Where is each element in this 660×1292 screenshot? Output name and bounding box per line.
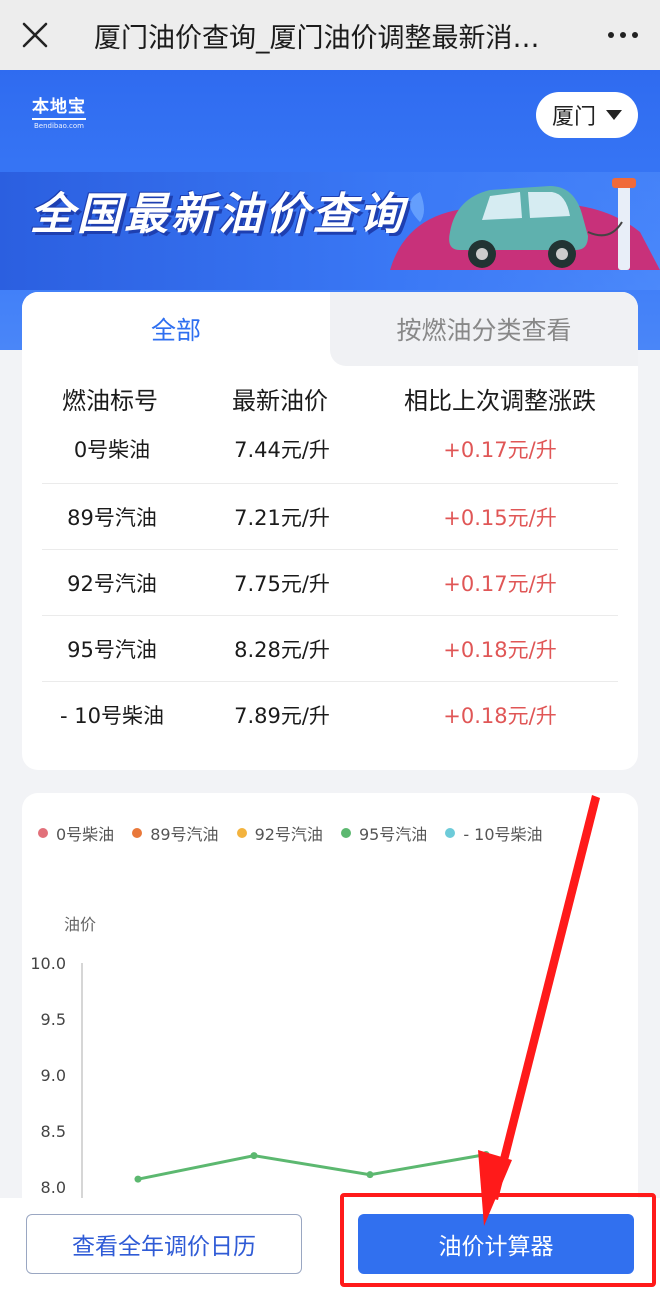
- fuel-price: 7.21元/升: [234, 505, 330, 530]
- tab-bar: 全部 按燃油分类查看: [22, 292, 638, 366]
- logo-text: 本地宝: [32, 92, 86, 120]
- table-row: 89号汽油 7.21元/升 +0.15元/升: [42, 484, 618, 550]
- caret-down-icon: [606, 110, 622, 120]
- fuel-grade: 92号汽油: [67, 571, 157, 596]
- price-calendar-button[interactable]: 查看全年调价日历: [26, 1214, 302, 1274]
- price-change: +0.17元/升: [443, 571, 557, 596]
- header-grade: 燃油标号: [62, 386, 158, 415]
- table-header: 燃油标号 最新油价 相比上次调整涨跌: [22, 366, 638, 430]
- data-point[interactable]: [366, 1171, 374, 1179]
- table-row: 0号柴油 7.44元/升 +0.17元/升: [42, 430, 618, 484]
- fuel-grade: 0号柴油: [73, 438, 151, 462]
- more-button[interactable]: [586, 0, 660, 70]
- page-title: 厦门油价查询_厦门油价调整最新消…: [94, 22, 540, 54]
- header-price: 最新油价: [232, 386, 328, 415]
- logo: 本地宝 Bendibao.com: [32, 92, 86, 130]
- y-tick-label: 9.0: [41, 1066, 66, 1085]
- fuel-price: 8.28元/升: [234, 637, 330, 662]
- city-select[interactable]: 厦门: [536, 92, 638, 138]
- fuel-price: 7.89元/升: [234, 704, 330, 728]
- series-line: [137, 1153, 487, 1181]
- data-point[interactable]: [250, 1152, 258, 1160]
- close-icon: [22, 22, 48, 48]
- table-body: 0号柴油 7.44元/升 +0.17元/升 89号汽油 7.21元/升 +0.1…: [22, 430, 638, 748]
- close-button[interactable]: [0, 0, 70, 70]
- hero-title: 全国最新油价查询: [30, 189, 406, 240]
- more-dot-icon: [608, 32, 614, 38]
- price-change: +0.15元/升: [443, 505, 557, 530]
- fuel-calculator-button[interactable]: 油价计算器: [358, 1214, 634, 1274]
- title-bar: 厦门油价查询_厦门油价调整最新消…: [0, 0, 660, 70]
- y-tick-label: 8.0: [41, 1178, 66, 1197]
- price-table-card: 全部 按燃油分类查看 燃油标号 最新油价 相比上次调整涨跌 0号柴油 7.44元…: [22, 292, 638, 770]
- table-row: 92号汽油 7.75元/升 +0.17元/升: [42, 550, 618, 616]
- header-change: 相比上次调整涨跌: [404, 386, 596, 415]
- bottom-action-bar: 查看全年调价日历 油价计算器: [0, 1198, 660, 1292]
- y-tick-label: 10.0: [30, 954, 66, 973]
- more-dot-icon: [620, 32, 626, 38]
- fuel-price: 7.44元/升: [234, 438, 330, 462]
- fuel-grade: 89号汽油: [67, 505, 157, 530]
- y-tick-label: 8.5: [41, 1122, 66, 1141]
- logo-subtext: Bendibao.com: [33, 122, 84, 130]
- table-row: - 10号柴油 7.89元/升 +0.18元/升: [42, 682, 618, 748]
- electric-car-illustration: [390, 178, 660, 270]
- tab-by-fuel-type[interactable]: 按燃油分类查看: [330, 292, 638, 366]
- price-change: +0.17元/升: [443, 438, 557, 462]
- price-change: +0.18元/升: [443, 637, 557, 662]
- y-tick-label: 9.5: [41, 1010, 66, 1029]
- more-dot-icon: [632, 32, 638, 38]
- fuel-price: 7.75元/升: [234, 571, 330, 596]
- price-change: +0.18元/升: [443, 704, 557, 728]
- table-row: 95号汽油 8.28元/升 +0.18元/升: [42, 616, 618, 682]
- fuel-grade: 95号汽油: [67, 637, 157, 662]
- data-point[interactable]: [134, 1175, 142, 1183]
- data-point[interactable]: [482, 1151, 490, 1159]
- tab-all[interactable]: 全部: [22, 292, 330, 366]
- fuel-grade: - 10号柴油: [60, 704, 164, 728]
- city-label: 厦门: [551, 105, 596, 130]
